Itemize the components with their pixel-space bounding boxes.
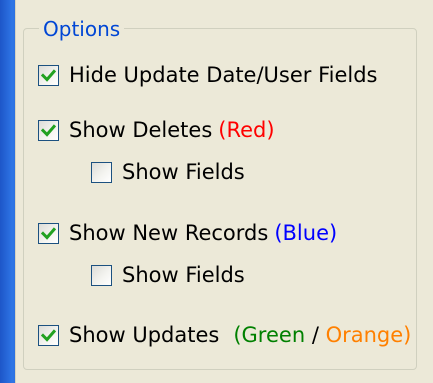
checkbox-label: Show Fields	[122, 263, 245, 287]
hide-update-date-user-fields-checkbox[interactable]: Hide Update Date/User Fields	[38, 61, 378, 89]
checkbox-box[interactable]	[38, 119, 59, 141]
check-icon	[41, 123, 56, 137]
updates-color-note-orange: Orange)	[325, 323, 412, 347]
updates-color-separator: /	[305, 323, 326, 347]
show-deletes-show-fields-checkbox[interactable]: Show Fields	[91, 158, 245, 186]
checkbox-label: Hide Update Date/User Fields	[69, 63, 378, 87]
show-new-records-show-fields-checkbox[interactable]: Show Fields	[91, 261, 245, 289]
show-new-records-checkbox[interactable]: Show New Records (Blue)	[38, 219, 337, 247]
checkbox-label: Show New Records	[69, 221, 269, 245]
delete-color-note: (Red)	[218, 118, 275, 142]
checkbox-label: Show Fields	[122, 160, 245, 184]
options-group-title: Options	[39, 18, 125, 40]
checkbox-label: Show Deletes	[69, 118, 213, 142]
check-icon	[41, 68, 56, 82]
checkbox-box[interactable]	[38, 324, 59, 346]
checkbox-box[interactable]	[38, 64, 59, 86]
check-icon	[41, 328, 56, 342]
checkbox-box[interactable]	[91, 264, 112, 286]
checkbox-box[interactable]	[91, 161, 112, 183]
checkbox-box[interactable]	[38, 222, 59, 244]
show-deletes-checkbox[interactable]: Show Deletes (Red)	[38, 116, 275, 144]
updates-color-note-green: (Green	[233, 323, 306, 347]
checkbox-label: Show Updates	[69, 323, 220, 347]
show-updates-checkbox[interactable]: Show Updates (Green / Orange)	[38, 321, 411, 349]
check-icon	[41, 226, 56, 240]
new-records-color-note: (Blue)	[274, 221, 338, 245]
options-panel: Options Hide Update Date/User Fields Sho…	[15, 0, 433, 383]
